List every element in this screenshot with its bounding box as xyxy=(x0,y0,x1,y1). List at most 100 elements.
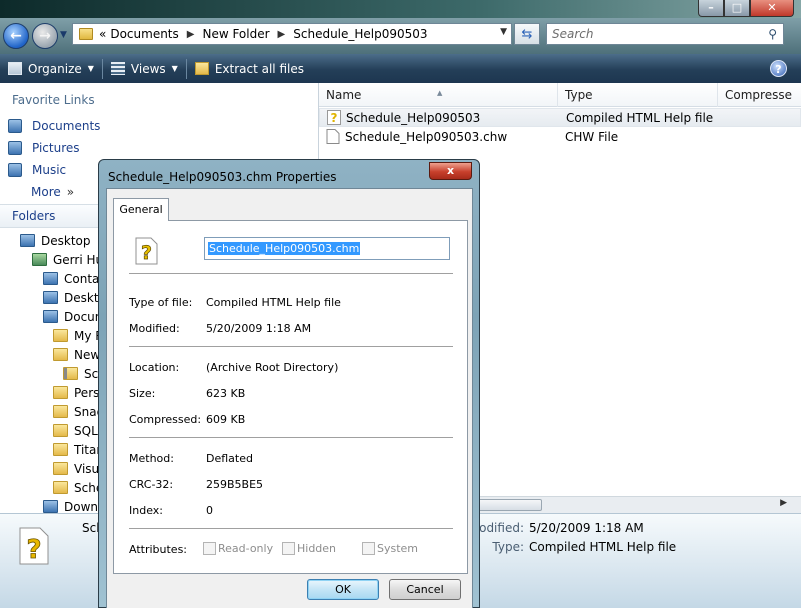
address-overflow[interactable]: « xyxy=(99,27,106,41)
organize-label: Organize xyxy=(28,61,82,76)
close-icon: ✕ xyxy=(767,1,777,14)
contacts-icon xyxy=(43,272,58,285)
tab-general[interactable]: General xyxy=(113,198,169,221)
tree-item-desktop-sub[interactable]: Deskto xyxy=(43,288,106,307)
recent-pages-dropdown-icon[interactable]: ▼ xyxy=(60,30,67,40)
favorite-pictures[interactable]: Pictures xyxy=(0,137,100,159)
column-header-type[interactable]: Type xyxy=(558,83,718,107)
dialog-close-button[interactable]: x xyxy=(429,162,472,180)
breadcrumb-new-folder[interactable]: New Folder xyxy=(202,27,269,41)
zip-folder-icon xyxy=(63,367,78,380)
close-button[interactable]: ✕ xyxy=(750,0,794,17)
downloads-folder-icon xyxy=(43,500,58,513)
compressed-label: Compressed: xyxy=(129,413,202,426)
svg-text:?: ? xyxy=(331,111,338,125)
cancel-button[interactable]: Cancel xyxy=(389,579,461,600)
views-icon xyxy=(110,62,125,75)
refresh-button[interactable]: ⇆ xyxy=(514,23,540,45)
type-value: Compiled HTML Help file xyxy=(206,296,341,309)
column-header-name[interactable]: Name ▲ xyxy=(319,83,558,107)
tree-item-label: New xyxy=(74,347,101,362)
filename-selected-text: Schedule_Help090503.chm xyxy=(208,242,361,255)
file-row[interactable]: ? Schedule_Help090503 Compiled HTML Help… xyxy=(319,108,801,127)
size-label: Size: xyxy=(129,387,156,400)
crc-value: 259B5BE5 xyxy=(206,478,264,491)
location-value: (Archive Root Directory) xyxy=(206,361,339,374)
maximize-button[interactable]: □ xyxy=(724,0,750,17)
favorite-label: Documents xyxy=(32,119,101,133)
chevron-right-icon[interactable]: ▶ xyxy=(278,29,286,40)
chevron-right-icon[interactable]: ▶ xyxy=(187,29,195,40)
sort-ascending-icon: ▲ xyxy=(437,89,443,97)
search-input[interactable]: Search ⚲ xyxy=(546,23,784,45)
tree-item-documents[interactable]: Docum xyxy=(43,307,106,326)
tree-item-contacts[interactable]: Contac xyxy=(43,269,106,288)
folder-icon xyxy=(53,443,68,456)
search-icon[interactable]: ⚲ xyxy=(768,27,777,41)
chevron-down-icon[interactable]: ▼ xyxy=(500,27,507,37)
svg-text:?: ? xyxy=(26,535,41,565)
back-arrow-icon: ← xyxy=(10,28,22,44)
checkbox-box[interactable] xyxy=(282,542,295,555)
folder-icon xyxy=(53,386,68,399)
address-bar[interactable]: « Documents ▶ New Folder ▶ Schedule_Help… xyxy=(72,23,512,45)
favorite-more[interactable]: More » xyxy=(0,181,100,203)
extract-all-files-button[interactable]: Extract all files xyxy=(187,54,312,83)
chevron-down-icon: ▼ xyxy=(87,64,94,73)
favorite-music[interactable]: Music xyxy=(0,159,100,181)
hidden-checkbox[interactable]: Hidden xyxy=(282,542,336,555)
tree-item-my-r[interactable]: My R xyxy=(53,326,104,345)
attributes-label: Attributes: xyxy=(129,543,188,556)
file-type: Compiled HTML Help file xyxy=(566,110,714,125)
zip-folder-icon xyxy=(194,62,209,75)
column-header-compressed[interactable]: Compresse xyxy=(718,83,801,107)
command-toolbar: Organize ▼ Views ▼ Extract all files ? xyxy=(0,54,801,83)
file-name: Schedule_Help090503.chw xyxy=(345,129,508,144)
favorite-documents[interactable]: Documents xyxy=(0,115,100,137)
column-name-label: Name xyxy=(326,88,362,102)
dialog-body: General ? Schedule_Help090503.chm Type o… xyxy=(106,188,473,608)
views-label: Views xyxy=(130,61,166,76)
method-label: Method: xyxy=(129,452,174,465)
checkbox-box[interactable] xyxy=(203,542,216,555)
folder-icon xyxy=(53,329,68,342)
file-type: CHW File xyxy=(565,129,619,144)
readonly-checkbox[interactable]: Read-only xyxy=(203,542,273,555)
system-checkbox[interactable]: System xyxy=(362,542,418,555)
file-name-cell: Schedule_Help090503.chw xyxy=(326,129,507,144)
folder-icon xyxy=(53,348,68,361)
user-folder-icon xyxy=(32,253,47,266)
help-icon[interactable]: ? xyxy=(770,60,787,77)
index-value: 0 xyxy=(206,504,213,517)
scroll-right-icon[interactable]: ▶ xyxy=(780,498,787,508)
folder-icon xyxy=(53,424,68,437)
tree-item-snagit[interactable]: Snag xyxy=(53,402,104,421)
filename-field[interactable]: Schedule_Help090503.chm xyxy=(204,237,450,260)
breadcrumb-documents[interactable]: Documents xyxy=(110,27,178,41)
favorite-label: Music xyxy=(32,163,67,177)
views-button[interactable]: Views ▼ xyxy=(103,54,186,83)
tree-item-schedule[interactable]: Sche xyxy=(53,478,103,497)
modified-value: 5/20/2009 1:18 AM xyxy=(206,322,312,335)
explorer-titlebar[interactable]: – □ ✕ xyxy=(0,0,801,18)
tree-item-new-folder[interactable]: New xyxy=(53,345,100,364)
breadcrumb-schedule-help[interactable]: Schedule_Help090503 xyxy=(293,27,427,41)
column-compressed-label: Compresse xyxy=(725,88,792,102)
forward-button[interactable]: → xyxy=(32,23,58,49)
compressed-value: 609 KB xyxy=(206,413,246,426)
address-row: ← → ▼ « Documents ▶ New Folder ▶ Schedul… xyxy=(0,18,801,54)
forward-arrow-icon: → xyxy=(39,28,51,44)
ok-button[interactable]: OK xyxy=(307,579,379,600)
help-file-large-icon: ? xyxy=(19,527,49,565)
readonly-label: Read-only xyxy=(218,542,274,555)
folder-icon xyxy=(53,481,68,494)
organize-button[interactable]: Organize ▼ xyxy=(0,54,102,83)
tree-item-desktop[interactable]: Desktop xyxy=(20,231,91,250)
music-icon xyxy=(8,163,22,177)
back-button[interactable]: ← xyxy=(3,23,29,49)
file-row[interactable]: Schedule_Help090503.chw CHW File xyxy=(319,127,801,146)
checkbox-box[interactable] xyxy=(362,542,375,555)
minimize-button[interactable]: – xyxy=(698,0,724,17)
tree-item-titan[interactable]: Titan xyxy=(53,440,104,459)
divider xyxy=(129,273,453,274)
